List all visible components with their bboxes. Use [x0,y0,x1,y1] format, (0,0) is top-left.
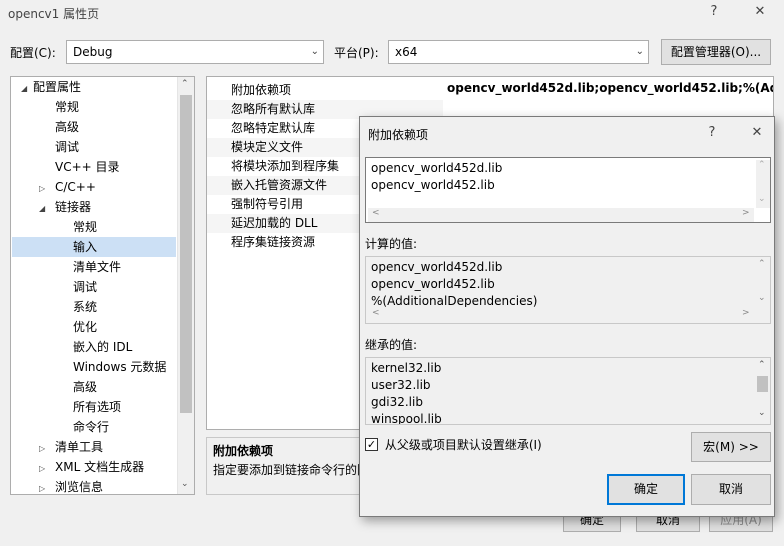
inherited-line: kernel32.lib [371,361,442,375]
tree-scrollbar[interactable]: ⌃ ⌄ [177,77,194,494]
deps-line[interactable]: opencv_world452.lib [371,178,495,192]
computed-line: %(AdditionalDependencies) [371,294,538,307]
collapsed-triangle-icon[interactable]: ▷ [39,479,49,494]
expanded-triangle-icon[interactable]: ◢ [39,199,49,219]
tree-item-browse-info[interactable]: ▷ 浏览信息 [39,477,103,494]
scroll-down-icon[interactable]: ⌄ [758,408,766,418]
scrollbar-thumb[interactable] [757,376,768,392]
tree-item[interactable]: 调试 [73,277,97,297]
tree-item-config-props[interactable]: ◢ 配置属性 [21,77,81,97]
config-manager-button[interactable]: 配置管理器(O)... [661,39,771,65]
config-label: 配置(C): [10,46,56,60]
tree-item-manifest-tool[interactable]: ▷ 清单工具 [39,437,103,457]
scroll-down-icon[interactable]: ⌄ [758,293,766,303]
config-value: Debug [73,45,113,59]
computed-vscroll[interactable]: ⌃ ⌄ [756,259,770,307]
inherited-label: 继承的值: [365,338,418,352]
tree-item[interactable]: 高级 [73,377,97,397]
edit-vscroll[interactable]: ⌃ ⌄ [756,160,770,208]
tree-item[interactable]: 命令行 [73,417,109,437]
inherited-line: gdi32.lib [371,395,423,409]
config-select[interactable]: Debug ⌄ [66,40,324,64]
inherited-vscroll[interactable]: ⌃ ⌄ [755,360,770,422]
tree-item[interactable]: 系统 [73,297,97,317]
window-title: opencv1 属性页 [8,7,100,21]
tree-item-linker[interactable]: ◢ 链接器 [39,197,91,217]
collapsed-triangle-icon[interactable]: ▷ [39,439,49,459]
chevron-down-icon: ⌄ [635,46,644,57]
scroll-up-icon[interactable]: ⌃ [181,79,189,89]
tree-item[interactable]: 清单文件 [73,257,121,277]
platform-label: 平台(P): [334,46,379,60]
tree-item[interactable]: 嵌入的 IDL [73,337,132,357]
deps-edit-box[interactable]: opencv_world452d.lib opencv_world452.lib… [365,157,771,223]
tree-item-xml-doc[interactable]: ▷ XML 文档生成器 [39,457,144,477]
tree-item[interactable]: 所有选项 [73,397,121,417]
tree-item[interactable]: 常规 [73,217,97,237]
description-panel: 附加依赖项 指定要添加到链接命令行的附 [206,437,376,495]
property-tree: ◢ 配置属性 常规 高级 调试 VC++ 目录 ▷ C/C++ ◢ 链接器 常规 输入… [10,76,195,495]
tree-item[interactable]: Windows 元数据 [73,357,166,377]
tree-item-input-selected[interactable]: 输入 [73,237,97,257]
platform-select[interactable]: x64 ⌄ [388,40,649,64]
close-icon[interactable]: ✕ [746,0,774,24]
deps-line[interactable]: opencv_world452d.lib [371,161,502,175]
collapsed-triangle-icon[interactable]: ▷ [39,459,49,479]
tree-item[interactable]: 高级 [55,117,79,137]
inherited-line: winspool.lib [371,412,442,425]
dialog-close-icon[interactable]: ✕ [743,121,771,145]
tree-item-cpp[interactable]: ▷ C/C++ [39,177,96,197]
expanded-triangle-icon[interactable]: ◢ [21,79,31,99]
scrollbar-thumb[interactable] [180,95,192,413]
edit-hscroll[interactable]: < > [368,208,754,222]
computed-line: opencv_world452d.lib [371,260,503,274]
inherit-checkbox-row[interactable]: ✓ 从父级或项目默认设置继承(I) [365,436,542,453]
scroll-left-icon[interactable]: < [372,208,380,218]
additional-deps-value[interactable]: opencv_world452d.lib;opencv_world452.lib… [447,81,773,95]
scroll-down-icon[interactable]: ⌄ [758,194,766,204]
scroll-left-icon[interactable]: < [372,308,380,318]
platform-value: x64 [395,45,418,59]
tree-item[interactable]: 优化 [73,317,97,337]
grid-row-additional-deps[interactable]: 附加依赖项 [207,81,443,100]
tree-item[interactable]: 常规 [55,97,79,117]
computed-label: 计算的值: [365,237,418,251]
computed-line: opencv_world452.lib [371,277,495,291]
scroll-up-icon[interactable]: ⌃ [758,160,766,170]
inherit-checkbox-label[interactable]: 从父级或项目默认设置继承(I) [385,438,542,452]
scroll-up-icon[interactable]: ⌃ [758,259,766,269]
chevron-down-icon: ⌄ [310,46,319,57]
help-icon[interactable]: ? [700,0,728,24]
computed-box: opencv_world452d.lib opencv_world452.lib… [365,256,771,324]
dialog-title: 附加依赖项 [368,128,429,142]
inherited-line: user32.lib [371,378,431,392]
scroll-up-icon[interactable]: ⌃ [758,360,766,370]
description-text: 指定要添加到链接命令行的附 [213,463,370,477]
scroll-down-icon[interactable]: ⌄ [181,479,189,489]
dialog-help-icon[interactable]: ? [698,121,726,145]
additional-deps-dialog: 附加依赖项 ? ✕ opencv_world452d.lib opencv_wo… [359,116,775,517]
collapsed-triangle-icon[interactable]: ▷ [39,179,49,199]
computed-hscroll[interactable]: < > [368,308,754,322]
inherit-checkbox[interactable]: ✓ [365,438,378,451]
inherited-box: kernel32.lib user32.lib gdi32.lib winspo… [365,357,771,425]
scroll-right-icon[interactable]: > [742,308,750,318]
dialog-cancel-button[interactable]: 取消 [691,474,771,505]
macro-button[interactable]: 宏(M) >> [691,432,771,462]
tree-item[interactable]: VC++ 目录 [55,157,120,177]
description-title: 附加依赖项 [213,444,274,458]
dialog-ok-button[interactable]: 确定 [607,474,685,505]
scroll-right-icon[interactable]: > [742,208,750,218]
tree-item[interactable]: 调试 [55,137,79,157]
